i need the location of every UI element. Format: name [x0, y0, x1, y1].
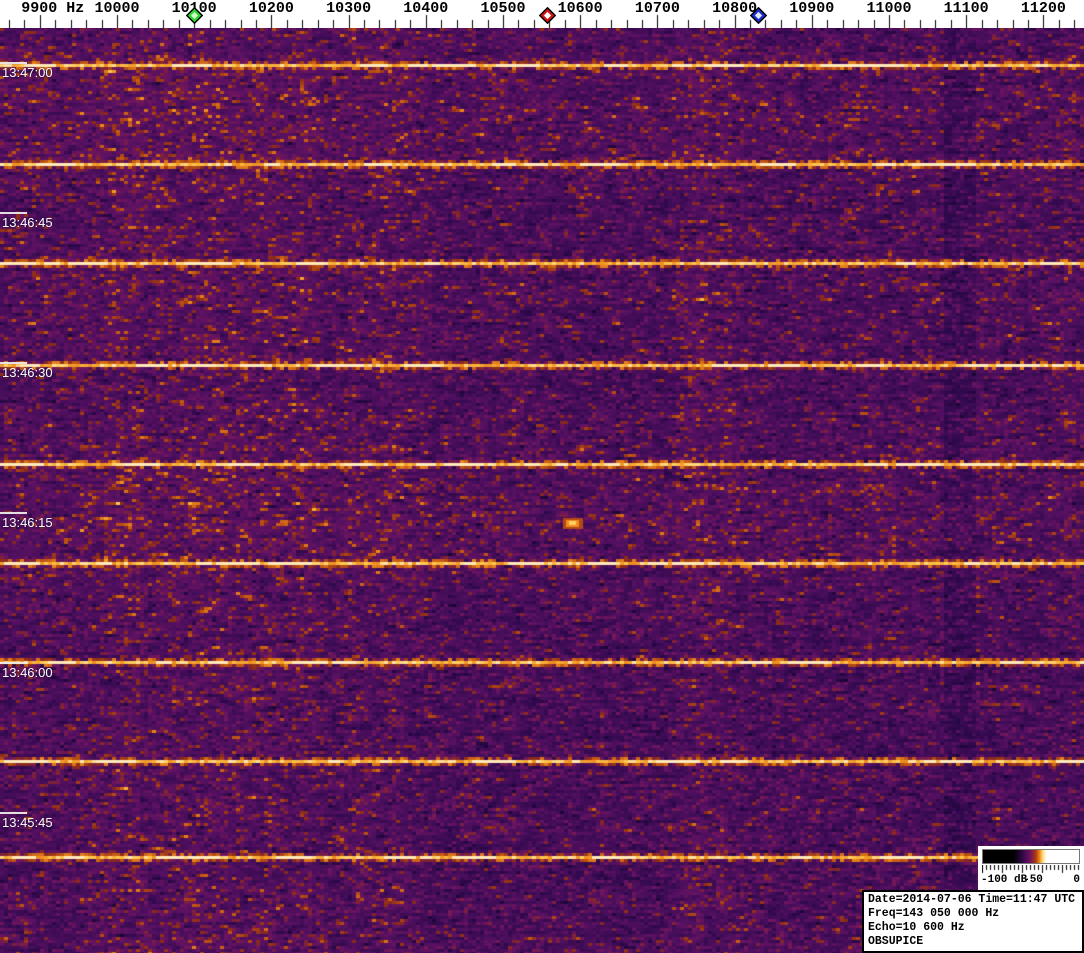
waterfall-spectrogram: [0, 28, 1084, 953]
info-frequency: Freq=143 050 000 Hz: [868, 907, 1000, 920]
freq-axis-label: 11200: [1020, 0, 1066, 17]
green-diamond-marker-icon: [185, 6, 203, 25]
green-diamond-marker[interactable]: [185, 6, 203, 25]
freq-axis-label: 10200: [248, 0, 294, 17]
waterfall-window: 9900 Hz100001010010200103001040010500106…: [0, 0, 1084, 953]
freq-axis-label: 11100: [943, 0, 989, 17]
freq-axis-label: 11000: [866, 0, 912, 17]
freq-axis-label: 9900 Hz: [21, 0, 85, 17]
freq-axis-label: 10400: [403, 0, 449, 17]
freq-axis-label: 10900: [789, 0, 835, 17]
colorbar-label-min: -100 dB: [981, 874, 1028, 886]
info-station-name: OBSUPICE: [868, 935, 924, 948]
freq-axis-label: 10500: [480, 0, 526, 17]
freq-axis-label: 10700: [634, 0, 680, 17]
blue-diamond-marker[interactable]: [749, 6, 768, 25]
status-info-box: Date=2014-07-06 Time=11:47 UTC Freq=143 …: [862, 890, 1084, 953]
freq-axis-label: 10300: [326, 0, 372, 17]
frequency-ruler[interactable]: 9900 Hz100001010010200103001040010500106…: [0, 0, 1084, 28]
blue-diamond-marker-icon: [749, 6, 768, 25]
colorbar: -100 dB -50 0: [978, 846, 1084, 890]
freq-axis-label: 10600: [557, 0, 603, 17]
info-date-time: Date=2014-07-06 Time=11:47 UTC: [868, 893, 1076, 906]
info-echo-frequency: Echo=10 600 Hz: [868, 921, 965, 934]
colorbar-label-max: 0: [1073, 874, 1080, 886]
colorbar-label-mid: -50: [1023, 874, 1043, 886]
red-diamond-marker[interactable]: [538, 6, 556, 25]
colorbar-ticks: [982, 865, 1080, 874]
red-diamond-marker-icon: [538, 6, 556, 25]
freq-axis-label: 10000: [94, 0, 140, 17]
colorbar-gradient: [982, 849, 1080, 864]
